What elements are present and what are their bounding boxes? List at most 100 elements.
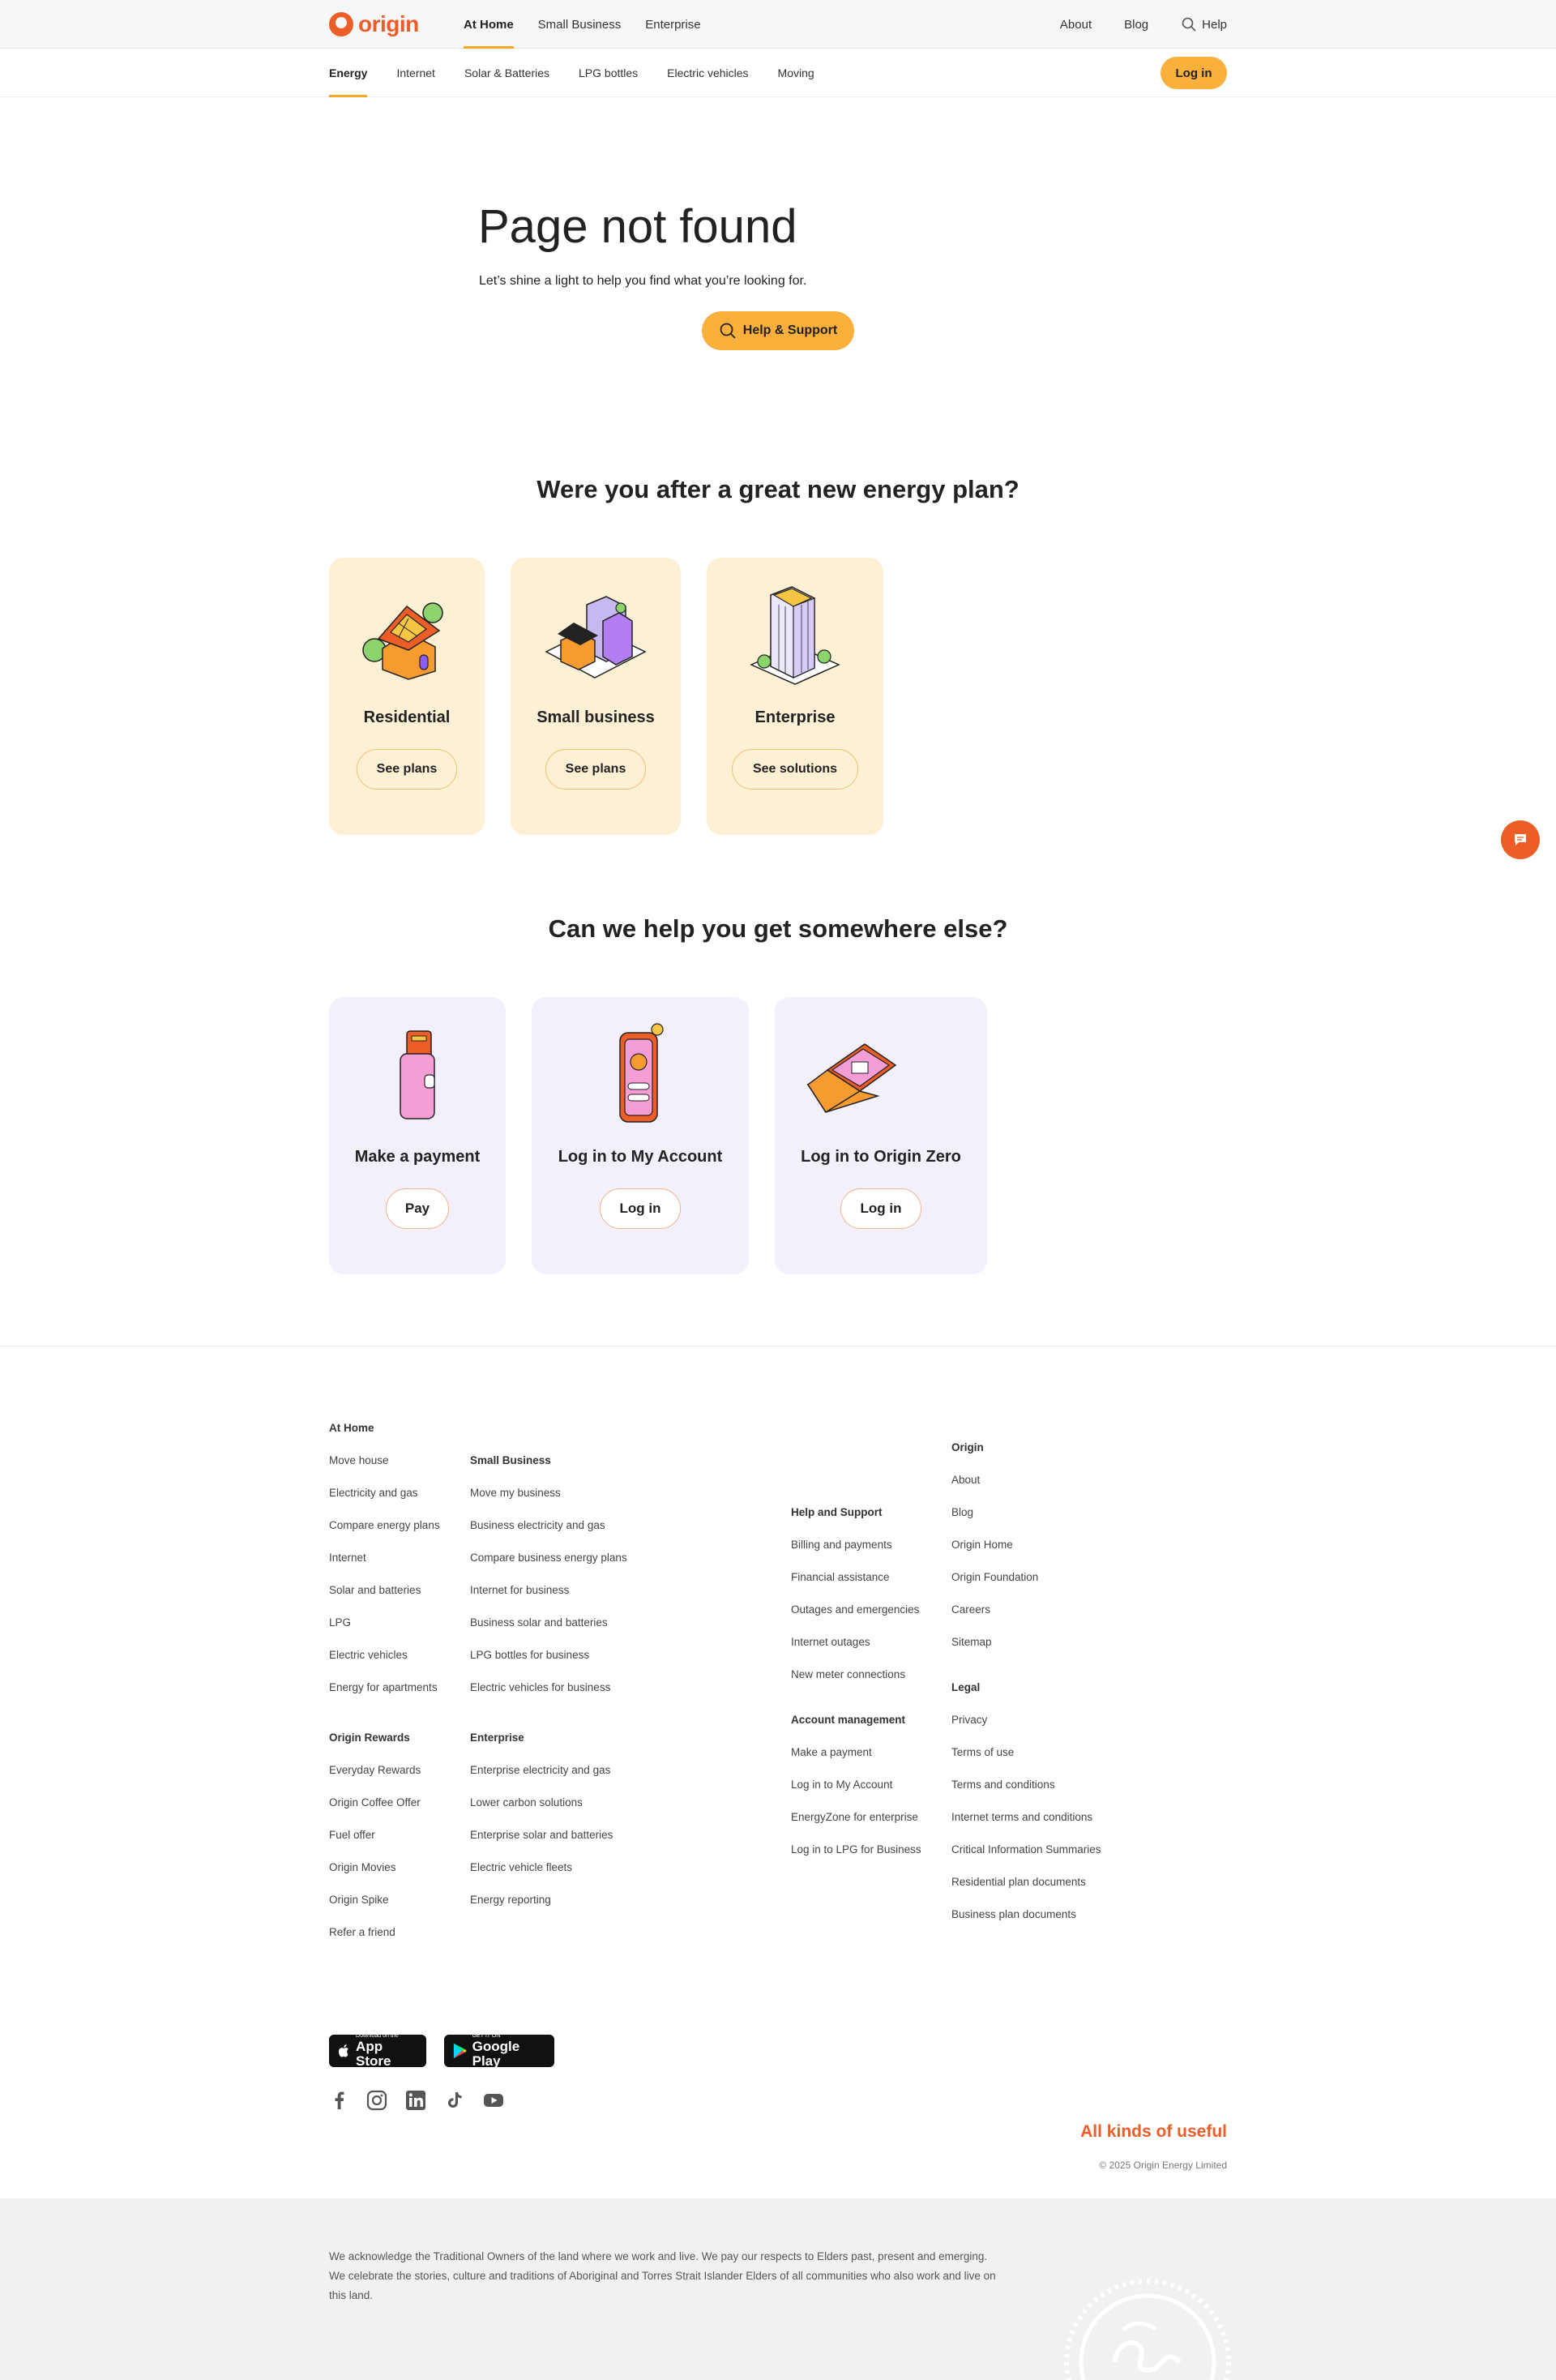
origin-zero-login-button[interactable]: Log in xyxy=(840,1188,921,1229)
app-store-big-text: App Store xyxy=(356,2039,391,2069)
footer-link[interactable]: Enterprise solar and batteries xyxy=(470,1827,613,1860)
subnav-electric-vehicles[interactable]: Electric vehicles xyxy=(667,49,748,97)
footer-heading: Small Business xyxy=(470,1454,551,1466)
tiktok-icon[interactable] xyxy=(444,2090,465,2111)
footer-link[interactable]: Financial assistance xyxy=(791,1569,919,1602)
subnav-solar-batteries[interactable]: Solar & Batteries xyxy=(464,49,549,97)
footer-heading: Enterprise xyxy=(470,1731,524,1744)
footer-link[interactable]: Fuel offer xyxy=(329,1827,421,1860)
google-play-badge[interactable]: GET IT ON Google Play xyxy=(444,2033,554,2069)
footer-link[interactable]: Careers xyxy=(951,1602,1038,1634)
google-play-big-text: Google Play xyxy=(472,2039,520,2069)
footer-link[interactable]: Electric vehicles for business xyxy=(470,1680,627,1712)
footer-link[interactable]: Origin Foundation xyxy=(951,1569,1038,1602)
footer-link[interactable]: Everyday Rewards xyxy=(329,1762,421,1795)
footer-link[interactable]: Outages and emergencies xyxy=(791,1602,919,1634)
footer-link[interactable]: Terms of use xyxy=(951,1744,1101,1777)
footer-col-small-business: Small Business Move my business Business… xyxy=(470,1453,627,1712)
footer-link[interactable]: Billing and payments xyxy=(791,1537,919,1569)
footer-link[interactable]: Move house xyxy=(329,1453,440,1485)
footer-link[interactable]: Log in to LPG for Business xyxy=(791,1842,921,1874)
nav-small-business[interactable]: Small Business xyxy=(538,0,622,49)
subnav-internet[interactable]: Internet xyxy=(396,49,434,97)
footer-heading: Origin xyxy=(951,1441,984,1453)
footer-link[interactable]: Enterprise electricity and gas xyxy=(470,1762,613,1795)
subnav-moving[interactable]: Moving xyxy=(778,49,814,97)
footer-link[interactable]: Terms and conditions xyxy=(951,1777,1101,1809)
primary-nav: At Home Small Business Enterprise xyxy=(464,0,701,49)
enterprise-card: Enterprise See solutions xyxy=(707,558,883,835)
make-payment-card: Make a payment Pay xyxy=(329,997,506,1274)
residential-see-plans-button[interactable]: See plans xyxy=(357,749,457,790)
footer-link[interactable]: Internet terms and conditions xyxy=(951,1809,1101,1842)
footer-link[interactable]: Origin Movies xyxy=(329,1860,421,1892)
my-account-login-button[interactable]: Log in xyxy=(600,1188,681,1229)
footer-link[interactable]: Electric vehicle fleets xyxy=(470,1860,613,1892)
subnav-energy[interactable]: Energy xyxy=(329,49,368,97)
footer-col-at-home: At Home Move house Electricity and gas C… xyxy=(329,1420,440,1712)
enterprise-see-solutions-button[interactable]: See solutions xyxy=(732,749,858,790)
footer-heading: Account management xyxy=(791,1714,906,1726)
footer-link[interactable]: EnergyZone for enterprise xyxy=(791,1809,921,1842)
wallet-icon xyxy=(400,1030,435,1119)
footer-link[interactable]: Blog xyxy=(951,1505,1038,1537)
search-icon xyxy=(1182,17,1196,32)
footer-link[interactable]: Log in to My Account xyxy=(791,1777,921,1809)
footer-link[interactable]: Origin Home xyxy=(951,1537,1038,1569)
small-business-see-plans-button[interactable]: See plans xyxy=(545,749,646,790)
apple-icon xyxy=(338,2044,348,2057)
footer-link[interactable]: Internet outages xyxy=(791,1634,919,1667)
my-account-card-title: Log in to My Account xyxy=(558,1148,723,1166)
chat-button[interactable] xyxy=(1501,820,1540,859)
footer-link[interactable]: Make a payment xyxy=(791,1744,921,1777)
footer-link[interactable]: About xyxy=(951,1472,1038,1505)
footer-link[interactable]: Solar and batteries xyxy=(329,1582,440,1615)
footer-link[interactable]: Electricity and gas xyxy=(329,1485,440,1517)
footer-link[interactable]: Business solar and batteries xyxy=(470,1615,627,1647)
footer-link[interactable]: Compare energy plans xyxy=(329,1517,440,1550)
youtube-icon[interactable] xyxy=(483,2090,504,2111)
footer-link[interactable]: LPG xyxy=(329,1615,440,1647)
indigenous-artwork-icon xyxy=(1064,2279,1231,2380)
footer-link[interactable]: Internet for business xyxy=(470,1582,627,1615)
footer-link[interactable]: Residential plan documents xyxy=(951,1874,1101,1907)
nav-enterprise[interactable]: Enterprise xyxy=(645,0,700,49)
origin-logo-icon xyxy=(329,12,353,36)
my-account-card: Log in to My Account Log in xyxy=(532,997,749,1274)
footer-link[interactable]: Refer a friend xyxy=(329,1924,421,1957)
footer-link[interactable]: Electric vehicles xyxy=(329,1647,440,1680)
login-button[interactable]: Log in xyxy=(1161,57,1227,89)
footer-link[interactable]: Internet xyxy=(329,1550,440,1582)
footer-link[interactable]: Sitemap xyxy=(951,1634,1038,1667)
facebook-icon[interactable] xyxy=(329,2090,350,2111)
help-section-title: Can we help you get somewhere else? xyxy=(548,914,1008,943)
pay-button[interactable]: Pay xyxy=(386,1188,449,1229)
footer-link[interactable]: Energy for apartments xyxy=(329,1680,440,1712)
residential-card-title: Residential xyxy=(363,708,451,726)
linkedin-icon[interactable] xyxy=(405,2090,426,2111)
footer-link[interactable]: Business plan documents xyxy=(951,1907,1101,1939)
acknowledgement-banner: We acknowledge the Traditional Owners of… xyxy=(0,2198,1556,2380)
footer-link[interactable]: Energy reporting xyxy=(470,1892,613,1924)
laptop-icon xyxy=(806,1043,897,1114)
nav-about[interactable]: About xyxy=(1060,18,1092,32)
nav-blog[interactable]: Blog xyxy=(1124,18,1148,32)
nav-at-home[interactable]: At Home xyxy=(464,0,514,49)
nav-help[interactable]: Help xyxy=(1181,16,1227,32)
footer-link[interactable]: Privacy xyxy=(951,1712,1101,1744)
footer-link[interactable]: Move my business xyxy=(470,1485,627,1517)
footer-link[interactable]: Compare business energy plans xyxy=(470,1550,627,1582)
footer-link[interactable]: Origin Coffee Offer xyxy=(329,1795,421,1827)
help-support-button[interactable]: Help & Support xyxy=(702,311,854,350)
footer-link[interactable]: Lower carbon solutions xyxy=(470,1795,613,1827)
origin-logo[interactable]: origin xyxy=(329,11,419,37)
app-store-badge[interactable]: Download on the App Store xyxy=(329,2033,426,2069)
subnav-lpg-bottles[interactable]: LPG bottles xyxy=(579,49,638,97)
footer-link[interactable]: Business electricity and gas xyxy=(470,1517,627,1550)
footer-heading: At Home xyxy=(329,1422,374,1434)
instagram-icon[interactable] xyxy=(366,2090,387,2111)
footer-link[interactable]: New meter connections xyxy=(791,1667,919,1699)
footer-link[interactable]: Critical Information Summaries xyxy=(951,1842,1101,1874)
footer-link[interactable]: LPG bottles for business xyxy=(470,1647,627,1680)
footer-link[interactable]: Origin Spike xyxy=(329,1892,421,1924)
